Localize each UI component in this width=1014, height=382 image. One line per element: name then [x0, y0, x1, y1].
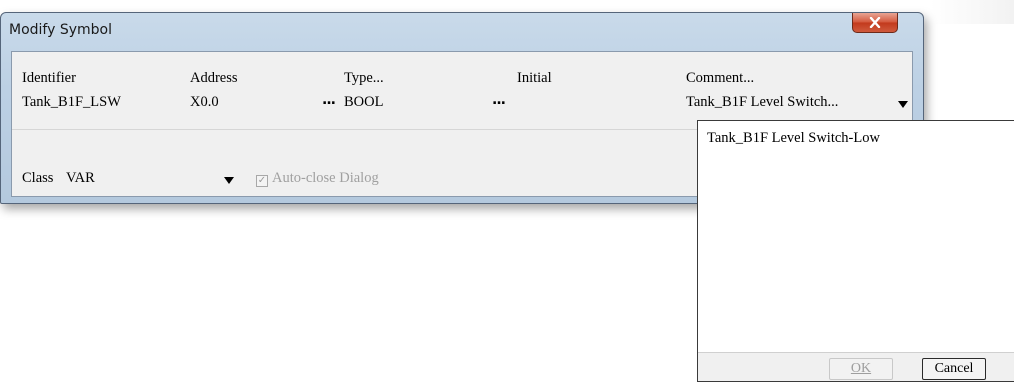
close-button[interactable] [852, 13, 898, 33]
ok-button-label: OK [850, 361, 872, 376]
ok-button[interactable]: OK [829, 358, 893, 380]
auto-close-label: Auto-close Dialog [272, 170, 379, 186]
comment-dropdown-arrow-icon[interactable] [898, 101, 908, 108]
comment-field[interactable]: Tank_B1F Level Switch... [686, 94, 838, 111]
comment-text-area[interactable]: Tank_B1F Level Switch-Low [707, 130, 880, 147]
cancel-button-label: Cancel [934, 361, 974, 376]
type-field[interactable]: BOOL [344, 94, 383, 111]
type-browse-button[interactable]: ... [492, 92, 506, 108]
comment-header[interactable]: Comment... [686, 70, 754, 87]
comment-popup: Tank_B1F Level Switch-Low OK Cancel [697, 120, 1014, 382]
address-browse-button[interactable]: ... [322, 92, 336, 108]
auto-close-checkbox[interactable]: ✓ [256, 175, 268, 187]
class-dropdown-arrow-icon[interactable] [224, 177, 234, 184]
type-header[interactable]: Type... [344, 70, 384, 87]
identifier-field[interactable]: Tank_B1F_LSW [22, 94, 121, 111]
close-x-icon [869, 17, 881, 28]
popup-footer: OK Cancel [698, 352, 1014, 381]
cancel-button[interactable]: Cancel [922, 358, 986, 380]
initial-header: Initial [517, 70, 552, 86]
class-select[interactable]: VAR [66, 170, 95, 187]
address-header: Address [190, 70, 238, 86]
dialog-title: Modify Symbol [9, 22, 112, 38]
identifier-header: Identifier [22, 70, 76, 86]
class-label: Class [22, 170, 54, 186]
background-edge [930, 0, 1014, 24]
address-field[interactable]: X0.0 [190, 94, 219, 111]
